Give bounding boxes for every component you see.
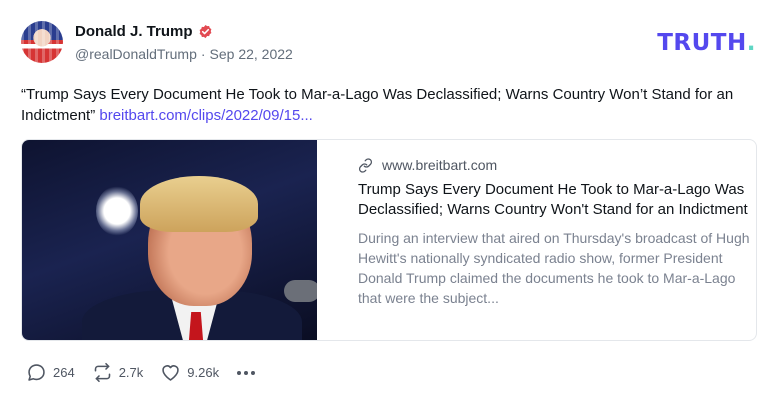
post-actions: 264 2.7k 9.26k xyxy=(26,362,256,383)
verified-badge-icon xyxy=(199,24,211,39)
retruth-count: 2.7k xyxy=(118,365,144,380)
link-preview-card[interactable]: www.breitbart.com Trump Says Every Docum… xyxy=(21,139,757,341)
retruth-button[interactable]: 2.7k xyxy=(92,362,144,383)
truth-wordmark: TRUTH xyxy=(657,30,747,56)
link-preview-body: www.breitbart.com Trump Says Every Docum… xyxy=(338,140,756,340)
like-count: 9.26k xyxy=(187,365,220,380)
author-display-name[interactable]: Donald J. Trump xyxy=(75,23,193,40)
link-preview-image[interactable] xyxy=(22,140,317,340)
link-preview-title: Trump Says Every Document He Took to Mar… xyxy=(358,181,748,218)
like-button[interactable]: 9.26k xyxy=(160,362,219,383)
truth-logo[interactable]: TRUTH. xyxy=(657,30,756,56)
stage-light xyxy=(96,186,138,236)
truth-social-post: Donald J. Trump @realDonaldTrump · Sep 2… xyxy=(0,0,778,403)
link-preview-domain: www.breitbart.com xyxy=(382,157,498,173)
retruth-icon xyxy=(94,362,110,383)
author-handle[interactable]: @realDonaldTrump xyxy=(75,46,197,62)
post-link[interactable]: breitbart.com/clips/2022/09/15... xyxy=(99,107,312,124)
post-date[interactable]: Sep 22, 2022 xyxy=(210,46,293,62)
truth-wordmark-dot: . xyxy=(746,30,756,56)
link-preview-domain-row: www.breitbart.com xyxy=(358,157,756,173)
link-preview-description: During an interview that aired on Thursd… xyxy=(358,230,750,306)
link-icon xyxy=(358,157,373,173)
more-options-icon[interactable] xyxy=(237,370,256,375)
post-text: “Trump Says Every Document He Took to Ma… xyxy=(21,84,761,126)
reply-count: 264 xyxy=(53,365,75,380)
heart-icon xyxy=(162,365,180,381)
author-avatar[interactable] xyxy=(21,21,63,63)
hair-shape xyxy=(140,176,258,232)
microphone-shape xyxy=(284,280,317,302)
author-name-row: Donald J. Trump xyxy=(75,23,213,40)
reply-button[interactable]: 264 xyxy=(26,362,75,383)
meta-separator: · xyxy=(200,46,206,62)
reply-icon xyxy=(28,364,45,381)
author-meta-row: @realDonaldTrump · Sep 22, 2022 xyxy=(75,46,293,62)
